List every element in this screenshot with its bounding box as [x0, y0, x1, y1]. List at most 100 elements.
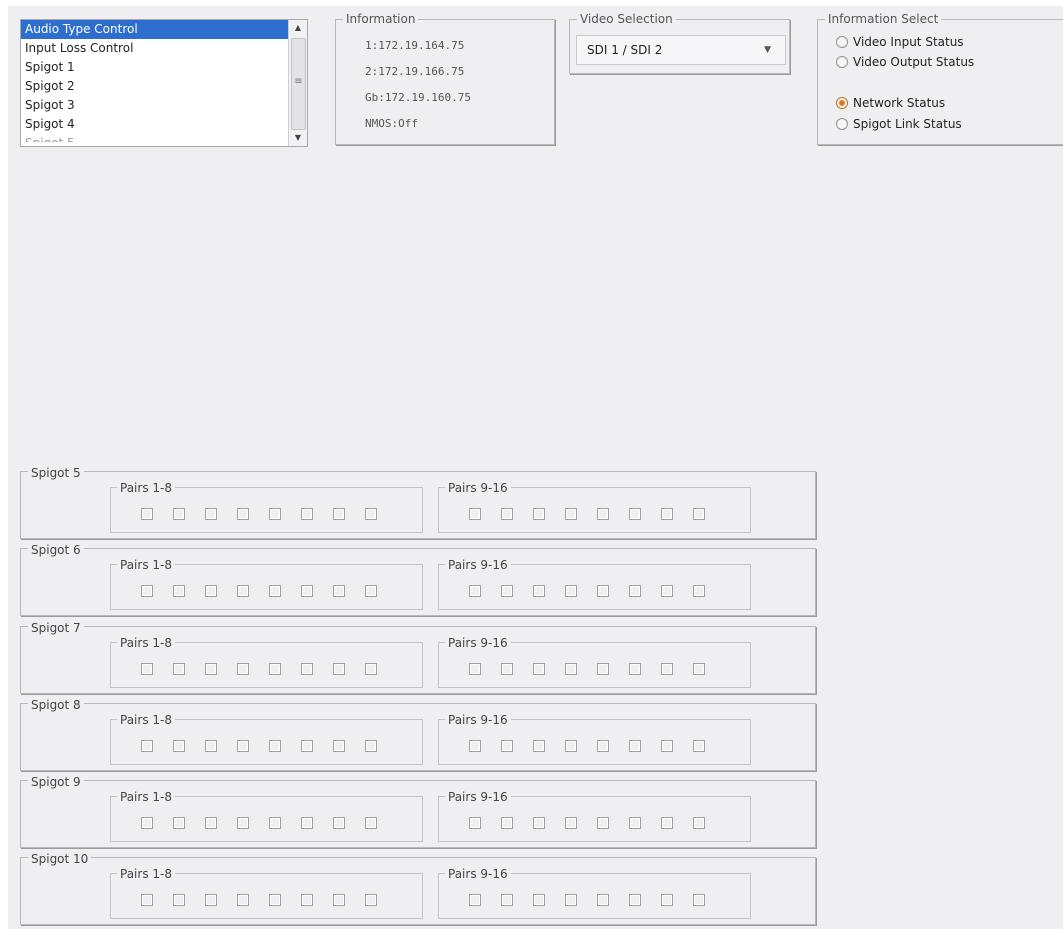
pair-checkbox[interactable]: [565, 585, 577, 597]
pair-checkbox[interactable]: [237, 894, 249, 906]
list-item-audio-type-control[interactable]: Audio Type Control: [21, 20, 288, 39]
list-scrollbar[interactable]: ▲ ≡ ▼: [288, 20, 307, 146]
pair-checkbox[interactable]: [205, 817, 217, 829]
list-item-spigot-5[interactable]: Spigot 5: [21, 134, 288, 142]
pair-checkbox[interactable]: [173, 817, 185, 829]
list-item-input-loss-control[interactable]: Input Loss Control: [21, 39, 288, 58]
pair-checkbox[interactable]: [269, 585, 281, 597]
pair-checkbox[interactable]: [501, 817, 513, 829]
pair-checkbox[interactable]: [269, 740, 281, 752]
pair-checkbox[interactable]: [661, 894, 673, 906]
list-item-spigot-3[interactable]: Spigot 3: [21, 96, 288, 115]
radio-spigot-link-status[interactable]: Spigot Link Status: [836, 116, 962, 132]
pair-checkbox[interactable]: [533, 894, 545, 906]
pair-checkbox[interactable]: [333, 894, 345, 906]
pair-checkbox[interactable]: [629, 740, 641, 752]
pair-checkbox[interactable]: [365, 894, 377, 906]
pair-checkbox[interactable]: [469, 585, 481, 597]
radio-icon[interactable]: [836, 118, 848, 130]
pair-checkbox[interactable]: [629, 663, 641, 675]
pair-checkbox[interactable]: [693, 585, 705, 597]
pair-checkbox[interactable]: [173, 585, 185, 597]
scroll-down-icon[interactable]: ▼: [289, 130, 307, 146]
pair-checkbox[interactable]: [565, 508, 577, 520]
radio-network-status[interactable]: Network Status: [836, 95, 945, 111]
pair-checkbox[interactable]: [469, 740, 481, 752]
pair-checkbox[interactable]: [333, 663, 345, 675]
pair-checkbox[interactable]: [469, 894, 481, 906]
pair-checkbox[interactable]: [597, 817, 609, 829]
pair-checkbox[interactable]: [205, 508, 217, 520]
pair-checkbox[interactable]: [301, 740, 313, 752]
pair-checkbox[interactable]: [469, 817, 481, 829]
pair-checkbox[interactable]: [501, 740, 513, 752]
pair-checkbox[interactable]: [533, 663, 545, 675]
pair-checkbox[interactable]: [693, 817, 705, 829]
pair-checkbox[interactable]: [333, 817, 345, 829]
pair-checkbox[interactable]: [173, 894, 185, 906]
pair-checkbox[interactable]: [205, 663, 217, 675]
pair-checkbox[interactable]: [237, 663, 249, 675]
pair-checkbox[interactable]: [301, 817, 313, 829]
pair-checkbox[interactable]: [205, 894, 217, 906]
pair-checkbox[interactable]: [533, 508, 545, 520]
pair-checkbox[interactable]: [501, 508, 513, 520]
pair-checkbox[interactable]: [597, 663, 609, 675]
radio-video-output-status[interactable]: Video Output Status: [836, 54, 974, 70]
pair-checkbox[interactable]: [597, 508, 609, 520]
radio-selected-icon[interactable]: [836, 97, 848, 109]
scroll-thumb[interactable]: ≡: [291, 38, 306, 130]
pair-checkbox[interactable]: [269, 894, 281, 906]
pair-checkbox[interactable]: [597, 740, 609, 752]
pair-checkbox[interactable]: [661, 817, 673, 829]
radio-video-input-status[interactable]: Video Input Status: [836, 34, 964, 50]
video-selection-dropdown[interactable]: SDI 1 / SDI 2 ▼: [576, 35, 786, 65]
pair-checkbox[interactable]: [301, 508, 313, 520]
pair-checkbox[interactable]: [205, 740, 217, 752]
pair-checkbox[interactable]: [565, 663, 577, 675]
pair-checkbox[interactable]: [501, 585, 513, 597]
pair-checkbox[interactable]: [597, 894, 609, 906]
pair-checkbox[interactable]: [501, 894, 513, 906]
pair-checkbox[interactable]: [333, 585, 345, 597]
pair-checkbox[interactable]: [661, 508, 673, 520]
pair-checkbox[interactable]: [141, 663, 153, 675]
pair-checkbox[interactable]: [365, 585, 377, 597]
pair-checkbox[interactable]: [205, 585, 217, 597]
control-list[interactable]: Audio Type Control Input Loss Control Sp…: [20, 19, 308, 147]
list-item-spigot-1[interactable]: Spigot 1: [21, 58, 288, 77]
pair-checkbox[interactable]: [501, 663, 513, 675]
scroll-up-icon[interactable]: ▲: [289, 20, 307, 36]
pair-checkbox[interactable]: [693, 894, 705, 906]
pair-checkbox[interactable]: [173, 508, 185, 520]
pair-checkbox[interactable]: [141, 740, 153, 752]
pair-checkbox[interactable]: [629, 894, 641, 906]
pair-checkbox[interactable]: [629, 817, 641, 829]
pair-checkbox[interactable]: [693, 508, 705, 520]
pair-checkbox[interactable]: [597, 585, 609, 597]
chevron-down-icon[interactable]: ▼: [764, 45, 771, 55]
pair-checkbox[interactable]: [469, 508, 481, 520]
pair-checkbox[interactable]: [565, 740, 577, 752]
pair-checkbox[interactable]: [237, 508, 249, 520]
pair-checkbox[interactable]: [269, 663, 281, 675]
pair-checkbox[interactable]: [629, 585, 641, 597]
pair-checkbox[interactable]: [365, 663, 377, 675]
pair-checkbox[interactable]: [173, 663, 185, 675]
pair-checkbox[interactable]: [533, 585, 545, 597]
pair-checkbox[interactable]: [693, 740, 705, 752]
pair-checkbox[interactable]: [141, 585, 153, 597]
pair-checkbox[interactable]: [533, 740, 545, 752]
pair-checkbox[interactable]: [237, 740, 249, 752]
pair-checkbox[interactable]: [301, 663, 313, 675]
pair-checkbox[interactable]: [661, 740, 673, 752]
pair-checkbox[interactable]: [365, 508, 377, 520]
pair-checkbox[interactable]: [333, 508, 345, 520]
pair-checkbox[interactable]: [365, 740, 377, 752]
pair-checkbox[interactable]: [693, 663, 705, 675]
list-item-spigot-4[interactable]: Spigot 4: [21, 115, 288, 134]
pair-checkbox[interactable]: [661, 585, 673, 597]
pair-checkbox[interactable]: [269, 817, 281, 829]
pair-checkbox[interactable]: [469, 663, 481, 675]
pair-checkbox[interactable]: [301, 585, 313, 597]
